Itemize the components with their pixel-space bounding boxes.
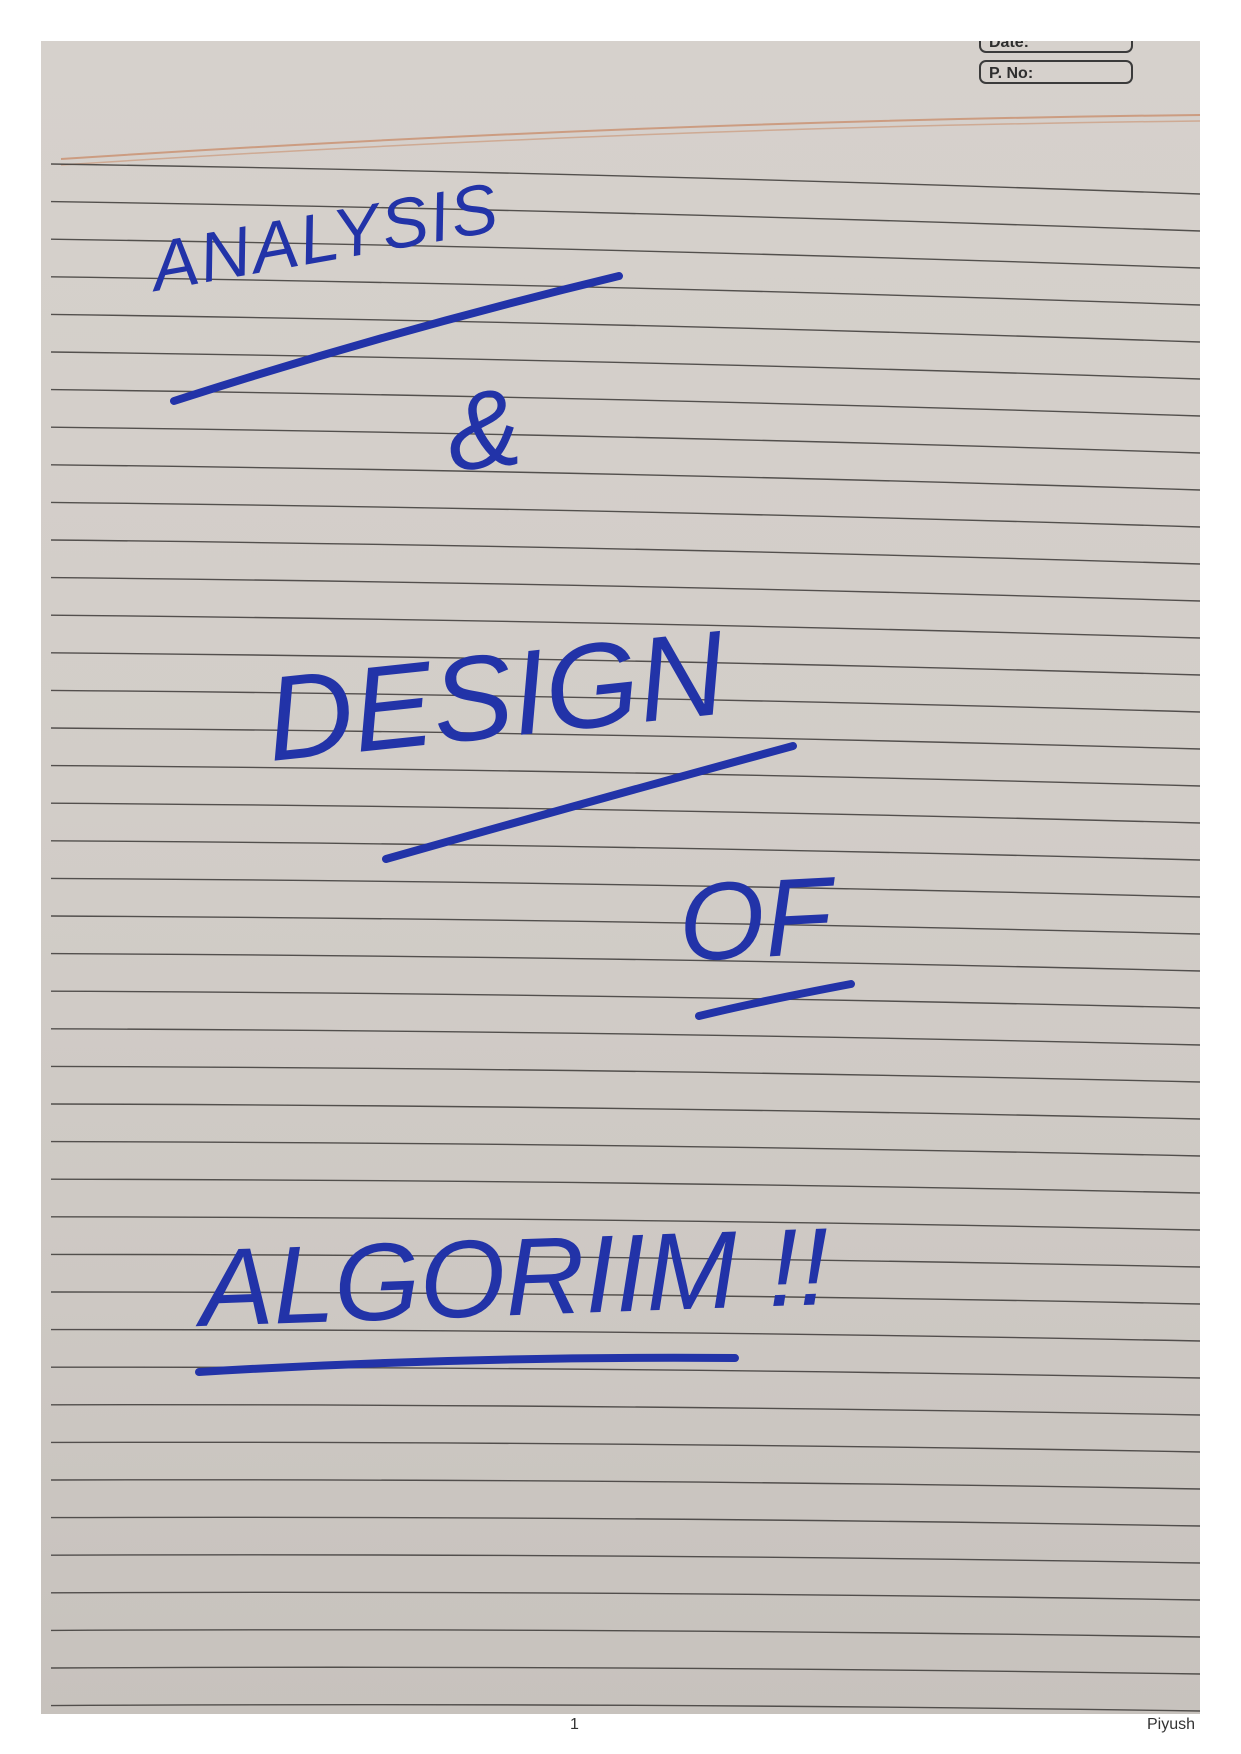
handwritten-title: ANALYSIS & DESIGN OF ALGORIIM !! [141,168,855,1376]
title-line-design: DESIGN [260,605,732,786]
title-line-analysis: ANALYSIS [141,168,505,307]
page-number: 1 [570,1716,579,1733]
title-line-of: OF [676,854,841,985]
notebook-page-photo: Date: P. No: ANALYSIS & DESIGN OF ALGORI… [41,41,1200,1714]
title-line-algorithm: ALGORIIM !! [192,1205,831,1350]
title-line-ampersand: & [441,365,527,495]
author-name: Piyush [1147,1716,1196,1733]
